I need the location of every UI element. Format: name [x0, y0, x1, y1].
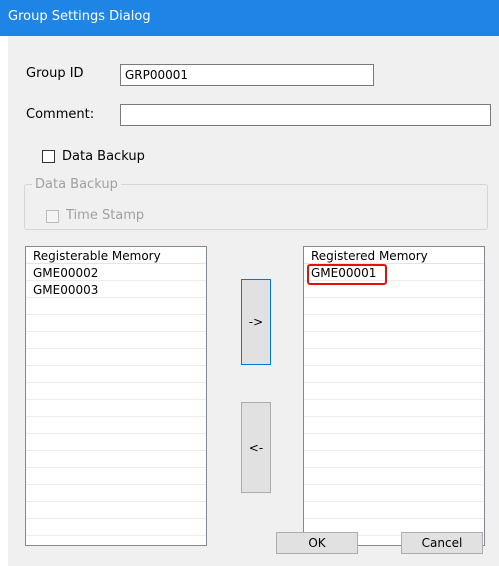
- empty-row: [26, 485, 206, 502]
- data-backup-checkbox[interactable]: [42, 150, 55, 163]
- group-id-input[interactable]: GRP00001: [120, 64, 374, 86]
- empty-row: [304, 298, 484, 315]
- empty-row: [26, 349, 206, 366]
- empty-row: [26, 400, 206, 417]
- list-item[interactable]: GME00003: [26, 281, 206, 298]
- comment-label: Comment:: [26, 107, 95, 122]
- empty-row: [304, 349, 484, 366]
- empty-row: [26, 315, 206, 332]
- empty-row: [304, 434, 484, 451]
- registered-memory-list[interactable]: Registered Memory GME00001: [303, 246, 485, 546]
- empty-row: [26, 451, 206, 468]
- empty-row: [304, 383, 484, 400]
- data-backup-checkbox-label: Data Backup: [62, 149, 145, 164]
- empty-row: [304, 332, 484, 349]
- empty-row: [26, 366, 206, 383]
- move-right-button[interactable]: ->: [241, 279, 271, 365]
- empty-row: [304, 451, 484, 468]
- empty-row: [304, 417, 484, 434]
- dialog-body: Group ID GRP00001 Comment: Data Backup D…: [8, 36, 499, 566]
- list-item[interactable]: GME00002: [26, 264, 206, 281]
- time-stamp-checkbox[interactable]: [46, 210, 59, 223]
- registered-memory-header: Registered Memory: [304, 247, 484, 264]
- comment-input[interactable]: [120, 104, 491, 126]
- empty-row: [26, 417, 206, 434]
- empty-row: [26, 383, 206, 400]
- empty-row: [26, 298, 206, 315]
- registerable-memory-list[interactable]: Registerable Memory GME00002 GME00003: [25, 246, 207, 546]
- data-backup-group-legend: Data Backup: [32, 177, 121, 192]
- time-stamp-checkbox-label: Time Stamp: [66, 208, 145, 223]
- empty-row: [26, 502, 206, 519]
- move-left-button[interactable]: <-: [241, 402, 271, 493]
- ok-button[interactable]: OK: [276, 532, 358, 554]
- empty-row: [304, 502, 484, 519]
- cancel-button[interactable]: Cancel: [401, 532, 483, 554]
- title-bar: Group Settings Dialog: [0, 0, 499, 36]
- empty-row: [26, 519, 206, 536]
- empty-row: [26, 536, 206, 545]
- empty-row: [304, 400, 484, 417]
- group-id-label: Group ID: [26, 66, 84, 81]
- window-title: Group Settings Dialog: [8, 9, 151, 24]
- empty-row: [304, 485, 484, 502]
- highlight-box: [307, 264, 387, 285]
- empty-row: [26, 434, 206, 451]
- empty-row: [304, 468, 484, 485]
- empty-row: [304, 315, 484, 332]
- empty-row: [304, 366, 484, 383]
- registerable-memory-header: Registerable Memory: [26, 247, 206, 264]
- empty-row: [26, 468, 206, 485]
- empty-row: [26, 332, 206, 349]
